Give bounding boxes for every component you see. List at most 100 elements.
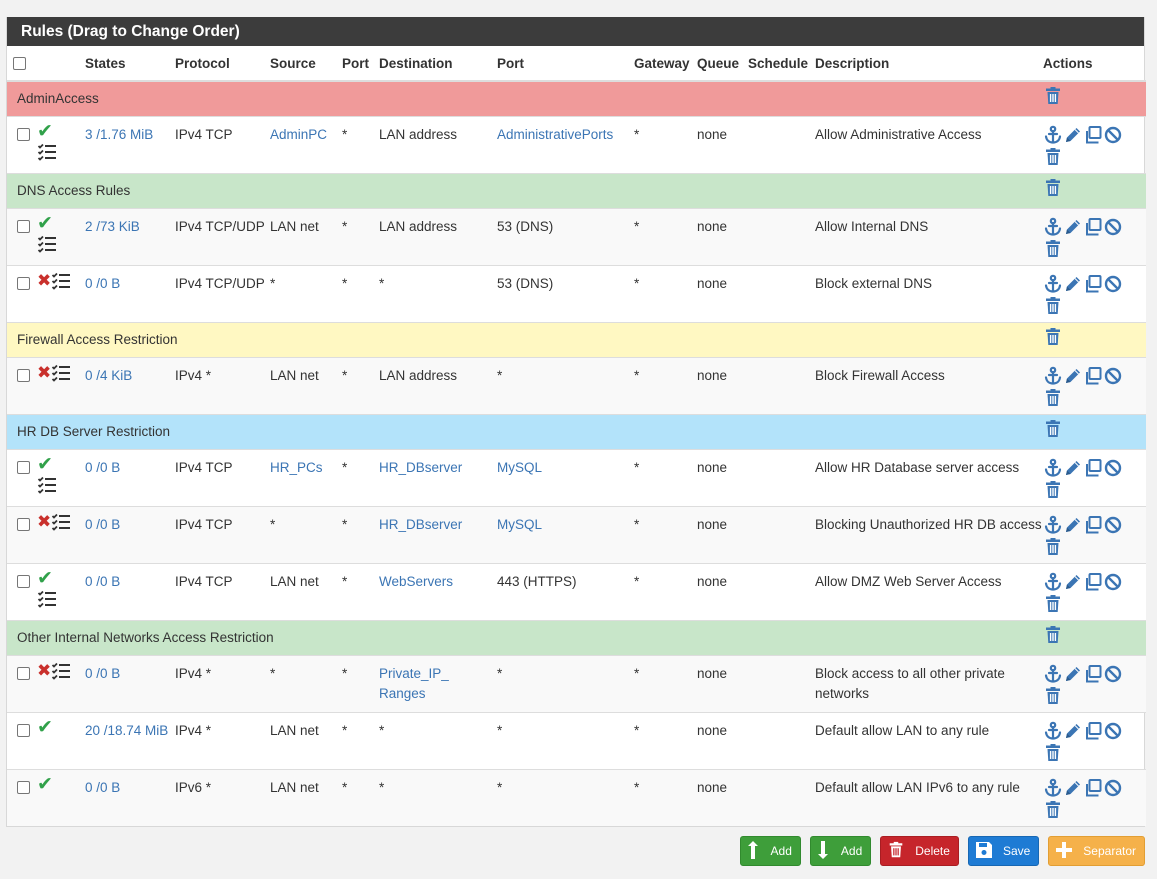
col-source[interactable]: Source [270, 46, 342, 82]
separator-row[interactable]: HR DB Server Restriction [7, 413, 1146, 449]
states-link[interactable]: 0 /4 KiB [85, 368, 132, 383]
anchor-icon[interactable] [1043, 721, 1063, 741]
trash-icon[interactable] [1043, 388, 1063, 408]
add-top-button[interactable]: Add [739, 836, 801, 866]
col-schedule[interactable]: Schedule [748, 46, 815, 82]
table-row[interactable]: ✔ 0 /0 B IPv6 * LAN net * * * * none Default allo… [7, 768, 1146, 826]
copy-icon[interactable] [1083, 366, 1103, 386]
table-row[interactable]: ✔ 0 /0 B IPv4 TCP HR_PCs * HR_DBserver MySQL * n… [7, 448, 1146, 506]
separator-button[interactable]: Separator [1048, 836, 1145, 866]
copy-icon[interactable] [1083, 217, 1103, 237]
row-checkbox[interactable] [17, 219, 30, 233]
edit-icon[interactable] [1063, 664, 1083, 684]
col-description[interactable]: Description [815, 46, 1043, 82]
anchor-icon[interactable] [1043, 274, 1063, 294]
edit-icon[interactable] [1063, 778, 1083, 798]
states-link[interactable]: 0 /0 B [85, 666, 120, 681]
disable-icon[interactable] [1103, 515, 1123, 535]
source-value[interactable]: HR_PCs [270, 460, 323, 475]
states-link[interactable]: 2 /73 KiB [85, 219, 140, 234]
table-row[interactable]: ✔ 20 /18.74 MiB IPv4 * LAN net * * * * none Defau… [7, 711, 1146, 769]
disable-icon[interactable] [1103, 217, 1123, 237]
disable-icon[interactable] [1103, 778, 1123, 798]
edit-icon[interactable] [1063, 366, 1083, 386]
trash-icon[interactable] [1043, 686, 1063, 706]
copy-icon[interactable] [1083, 778, 1103, 798]
row-checkbox[interactable] [17, 780, 30, 794]
col-source-port[interactable]: Port [342, 46, 379, 82]
edit-icon[interactable] [1063, 572, 1083, 592]
states-link[interactable]: 20 /18.74 MiB [85, 723, 168, 738]
trash-icon[interactable] [1043, 147, 1063, 167]
select-all-checkbox[interactable] [13, 57, 26, 71]
col-states[interactable]: States [85, 46, 175, 82]
anchor-icon[interactable] [1043, 366, 1063, 386]
copy-icon[interactable] [1083, 274, 1103, 294]
disable-icon[interactable] [1103, 458, 1123, 478]
anchor-icon[interactable] [1043, 458, 1063, 478]
edit-icon[interactable] [1063, 721, 1083, 741]
copy-icon[interactable] [1083, 721, 1103, 741]
add-bottom-button[interactable]: Add [809, 836, 872, 866]
row-checkbox[interactable] [17, 517, 30, 531]
destination-value[interactable]: HR_DBserver [379, 517, 462, 532]
table-row[interactable]: ✔ 2 /73 KiB IPv4 TCP/UDP LAN net * LAN addres… [7, 207, 1146, 265]
destination-port-value[interactable]: MySQL [497, 517, 542, 532]
destination-value[interactable]: WebServers [379, 574, 453, 589]
edit-icon[interactable] [1063, 274, 1083, 294]
trash-icon[interactable] [1043, 743, 1063, 763]
states-link[interactable]: 0 /0 B [85, 276, 120, 291]
disable-icon[interactable] [1103, 366, 1123, 386]
delete-button[interactable]: Delete [880, 836, 959, 866]
row-checkbox[interactable] [17, 368, 30, 382]
states-link[interactable]: 3 /1.76 MiB [85, 127, 153, 142]
anchor-icon[interactable] [1043, 217, 1063, 237]
trash-icon[interactable] [1043, 800, 1063, 820]
trash-icon[interactable] [1043, 594, 1063, 614]
row-checkbox[interactable] [17, 574, 30, 588]
destination-port-value[interactable]: AdministrativePorts [497, 127, 613, 142]
copy-icon[interactable] [1083, 515, 1103, 535]
row-checkbox[interactable] [17, 127, 30, 141]
col-destination-port[interactable]: Port [497, 46, 634, 82]
trash-icon[interactable] [1043, 296, 1063, 316]
edit-icon[interactable] [1063, 125, 1083, 145]
separator-row[interactable]: Firewall Access Restriction [7, 321, 1146, 357]
disable-icon[interactable] [1103, 125, 1123, 145]
anchor-icon[interactable] [1043, 572, 1063, 592]
destination-port-value[interactable]: MySQL [497, 460, 542, 475]
trash-icon[interactable] [1043, 86, 1063, 106]
table-row[interactable]: ✖ 0 /4 KiB IPv4 * LAN net * LAN address * * none… [7, 356, 1146, 414]
table-row[interactable]: ✔ 0 /0 B IPv4 TCP LAN net * WebServers 443 (HT… [7, 562, 1146, 620]
states-link[interactable]: 0 /0 B [85, 780, 120, 795]
source-value[interactable]: AdminPC [270, 127, 327, 142]
trash-icon[interactable] [1043, 178, 1063, 198]
separator-row[interactable]: AdminAccess [7, 80, 1146, 116]
trash-icon[interactable] [1043, 239, 1063, 259]
destination-value[interactable]: Private_IP_ Ranges [379, 666, 449, 701]
anchor-icon[interactable] [1043, 778, 1063, 798]
save-button[interactable]: Save [967, 836, 1040, 866]
states-link[interactable]: 0 /0 B [85, 574, 120, 589]
edit-icon[interactable] [1063, 458, 1083, 478]
copy-icon[interactable] [1083, 664, 1103, 684]
table-row[interactable]: ✖ 0 /0 B IPv4 TCP * * HR_DBserver MySQL * none Bl… [7, 505, 1146, 563]
trash-icon[interactable] [1043, 625, 1063, 645]
destination-value[interactable]: HR_DBserver [379, 460, 462, 475]
edit-icon[interactable] [1063, 217, 1083, 237]
col-protocol[interactable]: Protocol [175, 46, 270, 82]
copy-icon[interactable] [1083, 125, 1103, 145]
edit-icon[interactable] [1063, 515, 1083, 535]
table-row[interactable]: ✖ 0 /0 B IPv4 * * * Private_IP_ Ranges * * none B… [7, 654, 1146, 712]
trash-icon[interactable] [1043, 480, 1063, 500]
table-row[interactable]: ✖ 0 /0 B IPv4 TCP/UDP * * * 53 (DNS) * none Block… [7, 264, 1146, 322]
disable-icon[interactable] [1103, 664, 1123, 684]
states-link[interactable]: 0 /0 B [85, 517, 120, 532]
col-gateway[interactable]: Gateway [634, 46, 697, 82]
disable-icon[interactable] [1103, 274, 1123, 294]
separator-row[interactable]: DNS Access Rules [7, 172, 1146, 208]
copy-icon[interactable] [1083, 458, 1103, 478]
row-checkbox[interactable] [17, 276, 30, 290]
anchor-icon[interactable] [1043, 125, 1063, 145]
trash-icon[interactable] [1043, 419, 1063, 439]
